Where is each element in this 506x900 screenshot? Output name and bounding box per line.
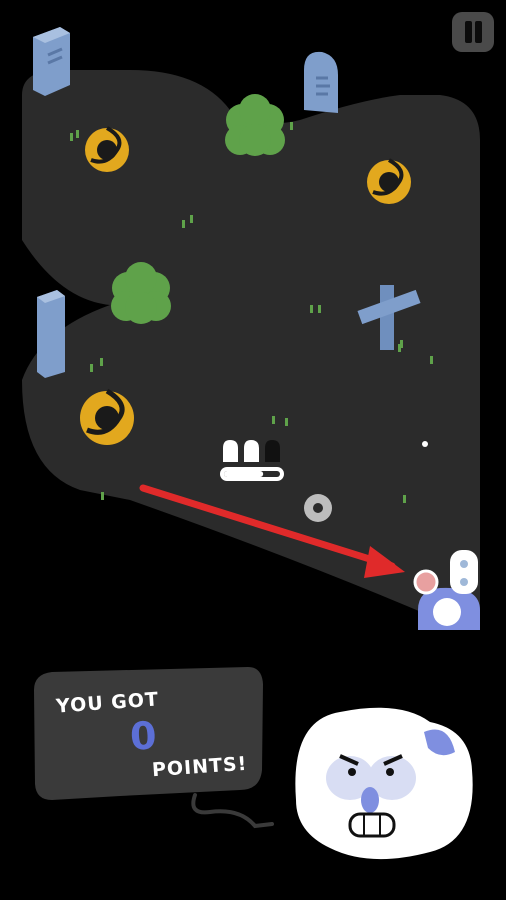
vortex-portal-1: [85, 126, 129, 172]
speech-tail: [191, 793, 274, 829]
tombstone-top-right: [304, 51, 338, 113]
tombstone-left: [37, 290, 65, 378]
ghost-life-3: [265, 440, 280, 462]
vortex-small: [304, 494, 332, 522]
pause-icon-bar: [475, 21, 482, 43]
ghost-lives: [223, 440, 280, 462]
mascot-big: [295, 707, 473, 860]
vortex-portal-3: [80, 388, 134, 445]
game-stage[interactable]: YOU GOT 0 POINTS!: [0, 0, 506, 900]
tombstone-top-left: [33, 27, 70, 96]
charge-bar: [220, 467, 284, 481]
graveyard-scene: [22, 27, 480, 860]
pause-icon: [465, 21, 472, 43]
result-points: 0: [128, 713, 159, 759]
vortex-portal-2: [367, 158, 411, 204]
pause-button[interactable]: [452, 12, 494, 52]
bush-top: [225, 94, 285, 156]
aim-dot: [422, 441, 428, 447]
ghost-life-1: [223, 440, 238, 462]
ghost-life-2: [244, 440, 259, 462]
